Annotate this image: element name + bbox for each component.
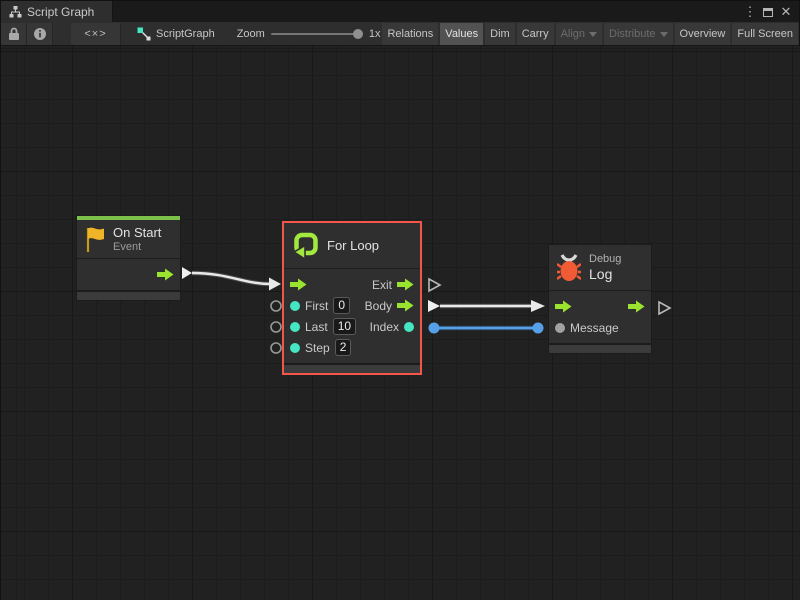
value-port-dot — [290, 301, 300, 311]
green-arrow-icon — [397, 278, 414, 291]
zoom-slider[interactable] — [271, 33, 363, 35]
distribute-label: Distribute — [609, 28, 655, 40]
flow-out-port[interactable] — [628, 300, 645, 313]
hierarchy-icon — [9, 6, 22, 18]
chevron-down-icon — [589, 32, 597, 37]
for-loop-header: For Loop — [284, 223, 420, 268]
align-label: Align — [561, 28, 585, 40]
exit-label: Exit — [372, 278, 392, 292]
last-value-input[interactable]: 10 — [333, 318, 356, 335]
tab-title: Script Graph — [27, 5, 94, 19]
zoom-slider-handle[interactable] — [353, 29, 363, 39]
body-label: Body — [365, 299, 392, 313]
value-port-dot — [404, 322, 414, 332]
node-on-start[interactable]: On Start Event — [76, 215, 181, 301]
flow-in-port[interactable] — [555, 300, 572, 313]
message-port[interactable]: Message — [555, 321, 619, 335]
on-start-header: On Start Event — [77, 220, 180, 258]
node-debug-log[interactable]: Debug Log Message — [548, 244, 652, 354]
last-port[interactable]: Last 10 — [290, 318, 356, 335]
info-button[interactable] — [27, 23, 53, 45]
loop-arrow-icon — [292, 232, 319, 259]
full-screen-button[interactable]: Full Screen — [732, 23, 798, 45]
for-loop-body: Exit First 0 Body — [284, 269, 420, 363]
zoom-value: 1x — [369, 28, 381, 40]
step-value-input[interactable]: 2 — [335, 339, 352, 356]
flow-out-port[interactable] — [157, 268, 174, 281]
index-port[interactable]: Index — [370, 320, 414, 334]
on-start-body — [77, 259, 180, 290]
debug-log-body: Message — [549, 291, 651, 343]
step-port[interactable]: Step 2 — [290, 339, 351, 356]
first-port[interactable]: First 0 — [290, 297, 350, 314]
step-label: Step — [305, 341, 330, 355]
close-icon[interactable]: ✕ — [779, 1, 793, 22]
carry-button[interactable]: Carry — [517, 23, 554, 45]
bug-icon — [557, 254, 581, 282]
graph-name: ScriptGraph — [156, 28, 215, 40]
for-loop-footer — [284, 363, 420, 373]
green-arrow-icon — [397, 299, 414, 312]
debug-log-header: Debug Log — [549, 245, 651, 290]
value-port-dot — [290, 322, 300, 332]
graph-breadcrumb[interactable]: ScriptGraph — [137, 27, 215, 41]
for-loop-title: For Loop — [327, 238, 379, 253]
lock-icon — [8, 27, 20, 41]
titlebar: Script Graph ⋮ ✕ — [1, 1, 799, 22]
value-port-dot — [290, 343, 300, 353]
on-start-subtitle: Event — [113, 241, 161, 253]
debug-category: Debug — [589, 253, 621, 265]
info-icon — [33, 27, 47, 41]
graph-icon — [137, 27, 151, 41]
first-value-input[interactable]: 0 — [333, 297, 350, 314]
node-for-loop[interactable]: For Loop Exit First 0 — [282, 221, 422, 375]
tab-script-graph[interactable]: Script Graph — [1, 1, 113, 22]
flow-in-port[interactable] — [290, 278, 307, 291]
on-start-footer — [77, 290, 180, 300]
message-label: Message — [570, 321, 619, 335]
body-port[interactable]: Body — [365, 299, 414, 313]
first-label: First — [305, 299, 328, 313]
values-button[interactable]: Values — [440, 23, 483, 45]
overview-button[interactable]: Overview — [675, 23, 731, 45]
value-port-dot — [555, 323, 565, 333]
lock-button[interactable] — [1, 23, 27, 45]
exit-port[interactable]: Exit — [372, 278, 414, 292]
dim-button[interactable]: Dim — [485, 23, 515, 45]
index-label: Index — [370, 320, 399, 334]
distribute-dropdown[interactable]: Distribute — [604, 23, 672, 45]
window-controls: ⋮ ✕ — [743, 1, 799, 22]
toolbar-right-group: Relations Values Dim Carry Align Distrib… — [382, 23, 799, 45]
on-start-title: On Start — [113, 225, 161, 240]
flag-icon — [85, 226, 105, 253]
debug-log-footer — [549, 343, 651, 353]
maximize-icon[interactable] — [763, 8, 773, 17]
align-dropdown[interactable]: Align — [556, 23, 602, 45]
zoom-label: Zoom — [237, 28, 265, 40]
menu-icon[interactable]: ⋮ — [743, 1, 757, 22]
last-label: Last — [305, 320, 328, 334]
relations-button[interactable]: Relations — [382, 23, 438, 45]
log-title: Log — [589, 266, 621, 282]
zoom-control: Zoom 1x — [237, 28, 381, 40]
code-view-button[interactable]: <×> — [71, 23, 121, 45]
chevron-down-icon — [660, 32, 668, 37]
toolbar: <×> ScriptGraph Zoom 1x Relations Values… — [1, 22, 799, 46]
script-graph-window: Script Graph ⋮ ✕ <×> — [0, 0, 800, 600]
